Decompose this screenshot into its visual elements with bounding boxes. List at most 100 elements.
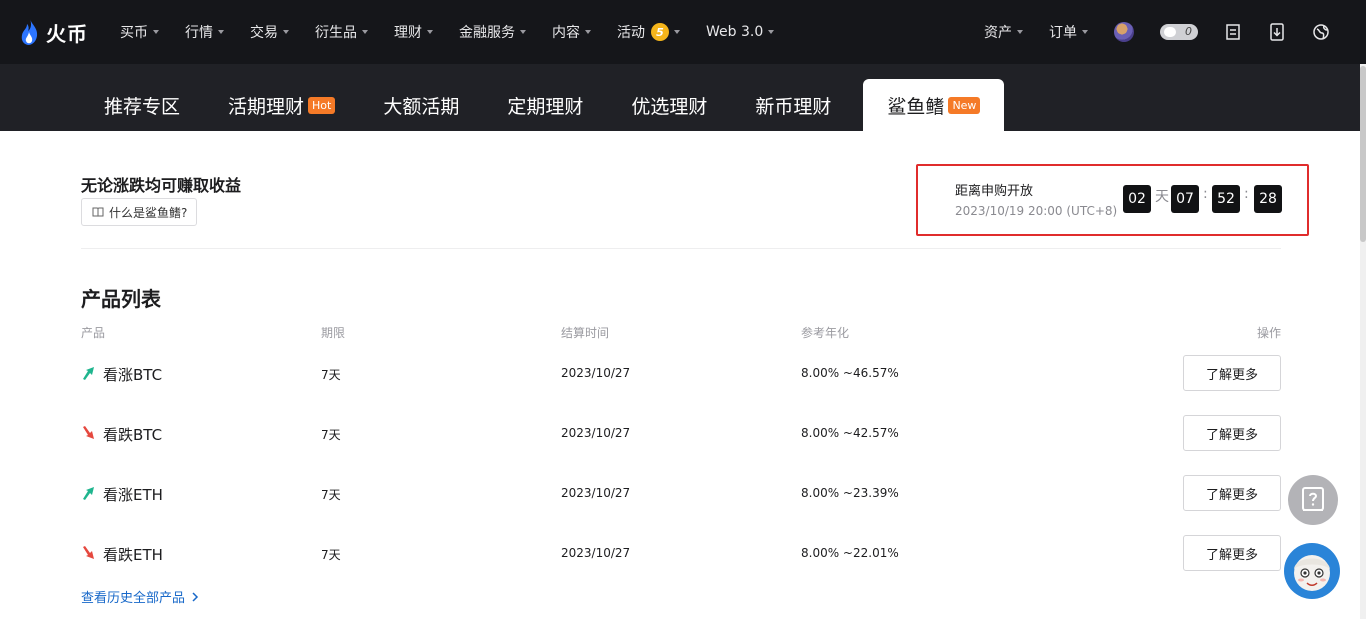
view-history-link[interactable]: 查看历史全部产品 [81,587,199,606]
nav-menu-item[interactable]: 衍生品 [315,22,368,42]
tab-label: 新币理财 [755,95,832,118]
what-is-sharkfin-button[interactable]: 什么是鲨鱼鳍? [81,198,198,226]
product-name: 看涨BTC [103,366,163,384]
chevron-down-icon [427,30,433,34]
product-apy: 8.00% ~42.57% [801,426,899,440]
learn-more-button[interactable]: 了解更多 [1183,355,1281,391]
learn-more-label: 了解更多 [1205,367,1258,383]
tab-1[interactable]: 活期理财 Hot [212,79,351,131]
nav-menu-item[interactable]: 理财 [394,22,433,42]
learn-more-label: 了解更多 [1205,427,1258,443]
trend-down-icon [83,546,94,559]
mode-toggle[interactable]: 0 [1160,24,1198,40]
chevron-down-icon [768,30,775,34]
learn-more-button[interactable]: 了解更多 [1183,475,1281,511]
countdown-seconds: 28 [1254,185,1282,213]
learn-more-button[interactable]: 了解更多 [1183,415,1281,451]
tab-2[interactable]: 大额活期 [367,79,475,131]
customer-service-bot[interactable] [1284,543,1340,599]
tab-tag-badge: New [948,96,981,114]
orders-label: 订单 [1049,25,1077,41]
chevron-down-icon [1082,30,1088,34]
product-settle-date: 2023/10/27 [561,486,631,500]
nav-menu-label: 交易 [250,25,278,41]
chevron-down-icon [585,30,591,34]
nav-menu-label: 内容 [552,25,580,41]
trend-up-icon [83,487,94,500]
section-divider [81,248,1281,249]
nav-menu-item[interactable]: Web 3.0 [706,24,775,40]
chevron-down-icon [674,30,680,34]
tab-label: 鲨鱼鳍 [887,95,945,118]
countdown-datetime: 2023/10/19 20:00 (UTC+8) [955,204,1118,218]
learn-more-button[interactable]: 了解更多 [1183,535,1281,571]
book-icon [92,207,104,217]
nav-menu-item[interactable]: 交易 [250,22,289,42]
nav-menu-item[interactable]: 金融服务 [459,22,526,42]
nav-menu-item[interactable]: 活动 5 [617,22,680,42]
chevron-down-icon [283,30,289,34]
table-row: 看涨BTC 7天 2023/10/27 8.00% ~46.57% 了解更多 [81,355,1281,391]
earn-tabs-bar: 推荐专区 活期理财 Hot 大额活期 定期理财 优选理财 新币理财 鲨鱼鳍 New [0,64,1360,131]
product-settle-date: 2023/10/27 [561,546,631,560]
product-settle-date: 2023/10/27 [561,426,631,440]
product-settle-date: 2023/10/27 [561,366,631,380]
assets-menu[interactable]: 资产 [984,22,1023,42]
nav-menu-label: 买币 [120,25,148,41]
product-name: 看跌ETH [103,546,163,564]
notes-icon[interactable] [1224,23,1242,41]
header-product: 产品 [81,326,106,340]
learn-more-label: 了解更多 [1205,547,1258,563]
product-term: 7天 [321,368,341,382]
header-apy: 参考年化 [801,326,850,340]
product-name: 看跌BTC [103,426,163,444]
tab-0[interactable]: 推荐专区 [88,79,196,131]
globe-icon[interactable] [1312,23,1330,41]
countdown-day-unit: 天 [1155,189,1169,205]
nav-menu-label: 衍生品 [315,25,357,41]
nav-menu-item[interactable]: 买币 [120,22,159,42]
chevron-down-icon [362,30,368,34]
assets-label: 资产 [984,25,1012,41]
avatar [1114,22,1134,42]
product-apy: 8.00% ~22.01% [801,546,899,560]
subscription-countdown: 距离申购开放 2023/10/19 20:00 (UTC+8) 02 天 07 … [916,164,1309,236]
tab-5[interactable]: 新币理财 [739,79,847,131]
chevron-down-icon [1017,30,1023,34]
user-avatar[interactable] [1114,22,1134,42]
product-term: 7天 [321,548,341,562]
tab-6[interactable]: 鲨鱼鳍 New [863,79,1005,131]
main-menu: 买币 行情 交易 衍生品 理财 金融服务 内容 活动 5 Web 3.0 [120,0,800,64]
nav-menu-item[interactable]: 行情 [185,22,224,42]
what-is-label: 什么是鲨鱼鳍? [109,205,188,220]
history-link-label: 查看历史全部产品 [81,591,186,606]
header-settle-time: 结算时间 [561,326,610,340]
product-apy: 8.00% ~46.57% [801,366,899,380]
earn-tabs: 推荐专区 活期理财 Hot 大额活期 定期理财 优选理财 新币理财 鲨鱼鳍 New [88,79,1005,131]
brand-logo[interactable]: 火币 [20,14,88,50]
countdown-sep: : [1203,186,1208,202]
countdown-sep: : [1244,186,1249,202]
orders-menu[interactable]: 订单 [1049,22,1088,42]
table-row: 看涨ETH 7天 2023/10/27 8.00% ~23.39% 了解更多 [81,475,1281,511]
nav-right: 资产 订单 0 [984,0,1366,64]
toggle-value: 0 [1185,25,1192,38]
nav-menu-item[interactable]: 内容 [552,22,591,42]
tab-4[interactable]: 优选理财 [615,79,723,131]
header-action: 操作 [1257,326,1282,340]
page-headline: 无论涨跌均可赚取收益 [81,176,242,195]
tab-3[interactable]: 定期理财 [491,79,599,131]
brand-name: 火币 [46,21,88,46]
page-scrollbar-thumb[interactable] [1360,66,1366,242]
nav-menu-label: 行情 [185,25,213,41]
product-term: 7天 [321,428,341,442]
help-center-button[interactable] [1288,475,1338,525]
robot-mascot-icon [1286,545,1338,597]
countdown-hours: 07 [1171,185,1199,213]
tab-label: 大额活期 [383,95,460,118]
download-icon[interactable] [1268,23,1286,41]
countdown-minutes: 52 [1212,185,1240,213]
event-count-badge: 5 [651,23,669,41]
flame-logo-icon [21,19,38,45]
countdown-days: 02 [1123,185,1151,213]
